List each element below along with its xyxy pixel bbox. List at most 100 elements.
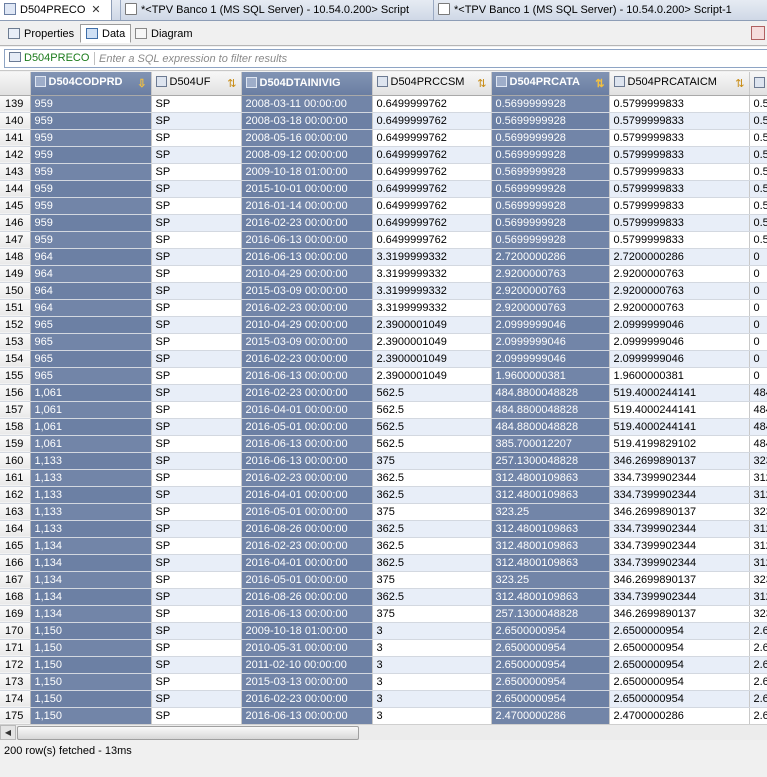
table-cell[interactable]: 346.2699890137 — [609, 503, 750, 521]
table-cell[interactable]: 964 — [30, 299, 152, 317]
editor-tab-d504preco[interactable]: D504PRECO ✕ — [0, 0, 112, 20]
table-row[interactable]: 161 1,133 SP 2016-02-23 00:00:00 362.5 312.48… — [0, 469, 767, 487]
table-cell[interactable]: 2.3900001049 — [372, 316, 492, 334]
table-cell[interactable]: 2016-06-13 00:00:00 — [241, 452, 373, 470]
table-cell[interactable]: SP — [151, 401, 242, 419]
table-cell[interactable]: 0.6499999762 — [372, 112, 492, 130]
table-cell[interactable]: 334.7399902344 — [609, 554, 750, 572]
editor-tab-script-1[interactable]: *<TPV Banco 1 (MS SQL Server) - 10.54.0.… — [433, 0, 767, 20]
table-cell[interactable]: 2.4700000286 — [609, 707, 750, 724]
table-cell[interactable]: 2.6500000954 — [609, 622, 750, 640]
table-cell[interactable]: 375 — [372, 503, 492, 521]
table-row[interactable]: 145 959 SP 2016-01-14 00:00:00 0.6499999762 0… — [0, 197, 767, 215]
table-cell[interactable]: SP — [151, 316, 242, 334]
table-cell[interactable]: SP — [151, 588, 242, 606]
table-row[interactable]: 160 1,133 SP 2016-06-13 00:00:00 375 257.1300… — [0, 452, 767, 470]
table-cell[interactable]: 2.6 — [749, 656, 767, 674]
table-cell[interactable]: 1,061 — [30, 418, 152, 436]
table-row[interactable]: 141 959 SP 2008-05-16 00:00:00 0.6499999762 0… — [0, 129, 767, 147]
table-cell[interactable]: 484.8800048828 — [491, 384, 610, 402]
table-cell[interactable]: 3.3199999332 — [372, 299, 492, 317]
table-row[interactable]: 140 959 SP 2008-03-18 00:00:00 0.6499999762 0… — [0, 112, 767, 130]
table-row[interactable]: 172 1,150 SP 2011-02-10 00:00:00 3 2.65000009… — [0, 656, 767, 674]
table-cell[interactable]: 0.5799999833 — [609, 180, 750, 198]
table-cell[interactable]: 959 — [30, 231, 152, 249]
table-cell[interactable]: 0 — [749, 350, 767, 368]
table-cell[interactable]: 2016-02-23 00:00:00 — [241, 537, 373, 555]
table-cell[interactable]: 362.5 — [372, 537, 492, 555]
table-cell[interactable]: SP — [151, 469, 242, 487]
table-cell[interactable]: SP — [151, 554, 242, 572]
table-row[interactable]: 162 1,133 SP 2016-04-01 00:00:00 362.5 312.48… — [0, 486, 767, 504]
table-row[interactable]: 166 1,134 SP 2016-04-01 00:00:00 362.5 312.48… — [0, 554, 767, 572]
table-row[interactable]: 158 1,061 SP 2016-05-01 00:00:00 562.5 484.88… — [0, 418, 767, 436]
table-cell[interactable]: 965 — [30, 316, 152, 334]
table-cell[interactable]: 2.0999999046 — [609, 316, 750, 334]
table-cell[interactable]: 2016-06-13 00:00:00 — [241, 248, 373, 266]
table-cell[interactable]: 257.1300048828 — [491, 605, 610, 623]
sort-icon[interactable]: ⇅ — [477, 77, 486, 90]
column-header-overflow[interactable] — [749, 72, 767, 96]
table-cell[interactable]: 1.9600000381 — [609, 367, 750, 385]
table-row[interactable]: 173 1,150 SP 2015-03-13 00:00:00 3 2.65000009… — [0, 673, 767, 691]
table-cell[interactable]: 2.3900001049 — [372, 350, 492, 368]
table-cell[interactable]: 362.5 — [372, 469, 492, 487]
table-row[interactable]: 155 965 SP 2016-06-13 00:00:00 2.3900001049 1… — [0, 367, 767, 385]
table-cell[interactable]: 2.6 — [749, 690, 767, 708]
column-header-d504prcata[interactable]: D504PRCATA ⇅ — [491, 72, 610, 96]
table-cell[interactable]: 312 — [749, 588, 767, 606]
table-cell[interactable]: 362.5 — [372, 486, 492, 504]
table-cell[interactable]: 0.5799999833 — [609, 146, 750, 164]
table-cell[interactable]: SP — [151, 622, 242, 640]
table-cell[interactable]: 959 — [30, 214, 152, 232]
table-cell[interactable]: 0 — [749, 299, 767, 317]
table-cell[interactable]: 2016-02-23 00:00:00 — [241, 469, 373, 487]
table-cell[interactable]: 312.4800109863 — [491, 520, 610, 538]
table-cell[interactable]: 323 — [749, 452, 767, 470]
table-cell[interactable]: 0.6499999762 — [372, 214, 492, 232]
table-cell[interactable]: 375 — [372, 452, 492, 470]
table-cell[interactable]: 964 — [30, 248, 152, 266]
table-row[interactable]: 154 965 SP 2016-02-23 00:00:00 2.3900001049 2… — [0, 350, 767, 368]
table-cell[interactable]: 1.9600000381 — [491, 367, 610, 385]
table-cell[interactable]: 0.5699999928 — [491, 231, 610, 249]
table-cell[interactable]: 346.2699890137 — [609, 605, 750, 623]
table-cell[interactable]: 2016-02-23 00:00:00 — [241, 350, 373, 368]
table-cell[interactable]: SP — [151, 95, 242, 113]
table-cell[interactable]: 959 — [30, 129, 152, 147]
table-cell[interactable]: 0.5( — [749, 231, 767, 249]
table-cell[interactable]: 323 — [749, 605, 767, 623]
table-cell[interactable]: 2010-04-29 00:00:00 — [241, 316, 373, 334]
table-cell[interactable]: 1,061 — [30, 401, 152, 419]
table-cell[interactable]: 562.5 — [372, 435, 492, 453]
table-cell[interactable]: 484 — [749, 401, 767, 419]
table-cell[interactable]: 519.4199829102 — [609, 435, 750, 453]
table-cell[interactable]: 519.4000244141 — [609, 401, 750, 419]
table-row[interactable]: 163 1,133 SP 2016-05-01 00:00:00 375 323.25 34… — [0, 503, 767, 521]
table-cell[interactable]: 0.6499999762 — [372, 95, 492, 113]
table-cell[interactable]: 0.5799999833 — [609, 129, 750, 147]
table-cell[interactable]: 2.6 — [749, 622, 767, 640]
table-row[interactable]: 152 965 SP 2010-04-29 00:00:00 2.3900001049 2… — [0, 316, 767, 334]
table-cell[interactable]: 2015-10-01 00:00:00 — [241, 180, 373, 198]
table-row[interactable]: 171 1,150 SP 2010-05-31 00:00:00 3 2.65000009… — [0, 639, 767, 657]
table-cell[interactable]: 2.6500000954 — [491, 690, 610, 708]
table-cell[interactable]: 0 — [749, 333, 767, 351]
table-cell[interactable]: 2.6500000954 — [609, 639, 750, 657]
table-cell[interactable]: 2016-04-01 00:00:00 — [241, 554, 373, 572]
table-cell[interactable]: 2.9200000763 — [491, 299, 610, 317]
table-cell[interactable]: 2008-03-18 00:00:00 — [241, 112, 373, 130]
table-cell[interactable]: 562.5 — [372, 384, 492, 402]
table-cell[interactable]: 2.6500000954 — [609, 690, 750, 708]
table-cell[interactable]: 2.6500000954 — [609, 673, 750, 691]
table-cell[interactable]: SP — [151, 214, 242, 232]
table-cell[interactable]: 1,150 — [30, 639, 152, 657]
table-cell[interactable]: 2010-04-29 00:00:00 — [241, 265, 373, 283]
table-cell[interactable]: SP — [151, 129, 242, 147]
table-cell[interactable]: 1,134 — [30, 537, 152, 555]
table-row[interactable]: 153 965 SP 2015-03-09 00:00:00 2.3900001049 2… — [0, 333, 767, 351]
tab-properties[interactable]: Properties — [2, 24, 80, 43]
table-cell[interactable]: 2.3900001049 — [372, 333, 492, 351]
table-cell[interactable]: 2016-04-01 00:00:00 — [241, 401, 373, 419]
table-cell[interactable]: SP — [151, 299, 242, 317]
